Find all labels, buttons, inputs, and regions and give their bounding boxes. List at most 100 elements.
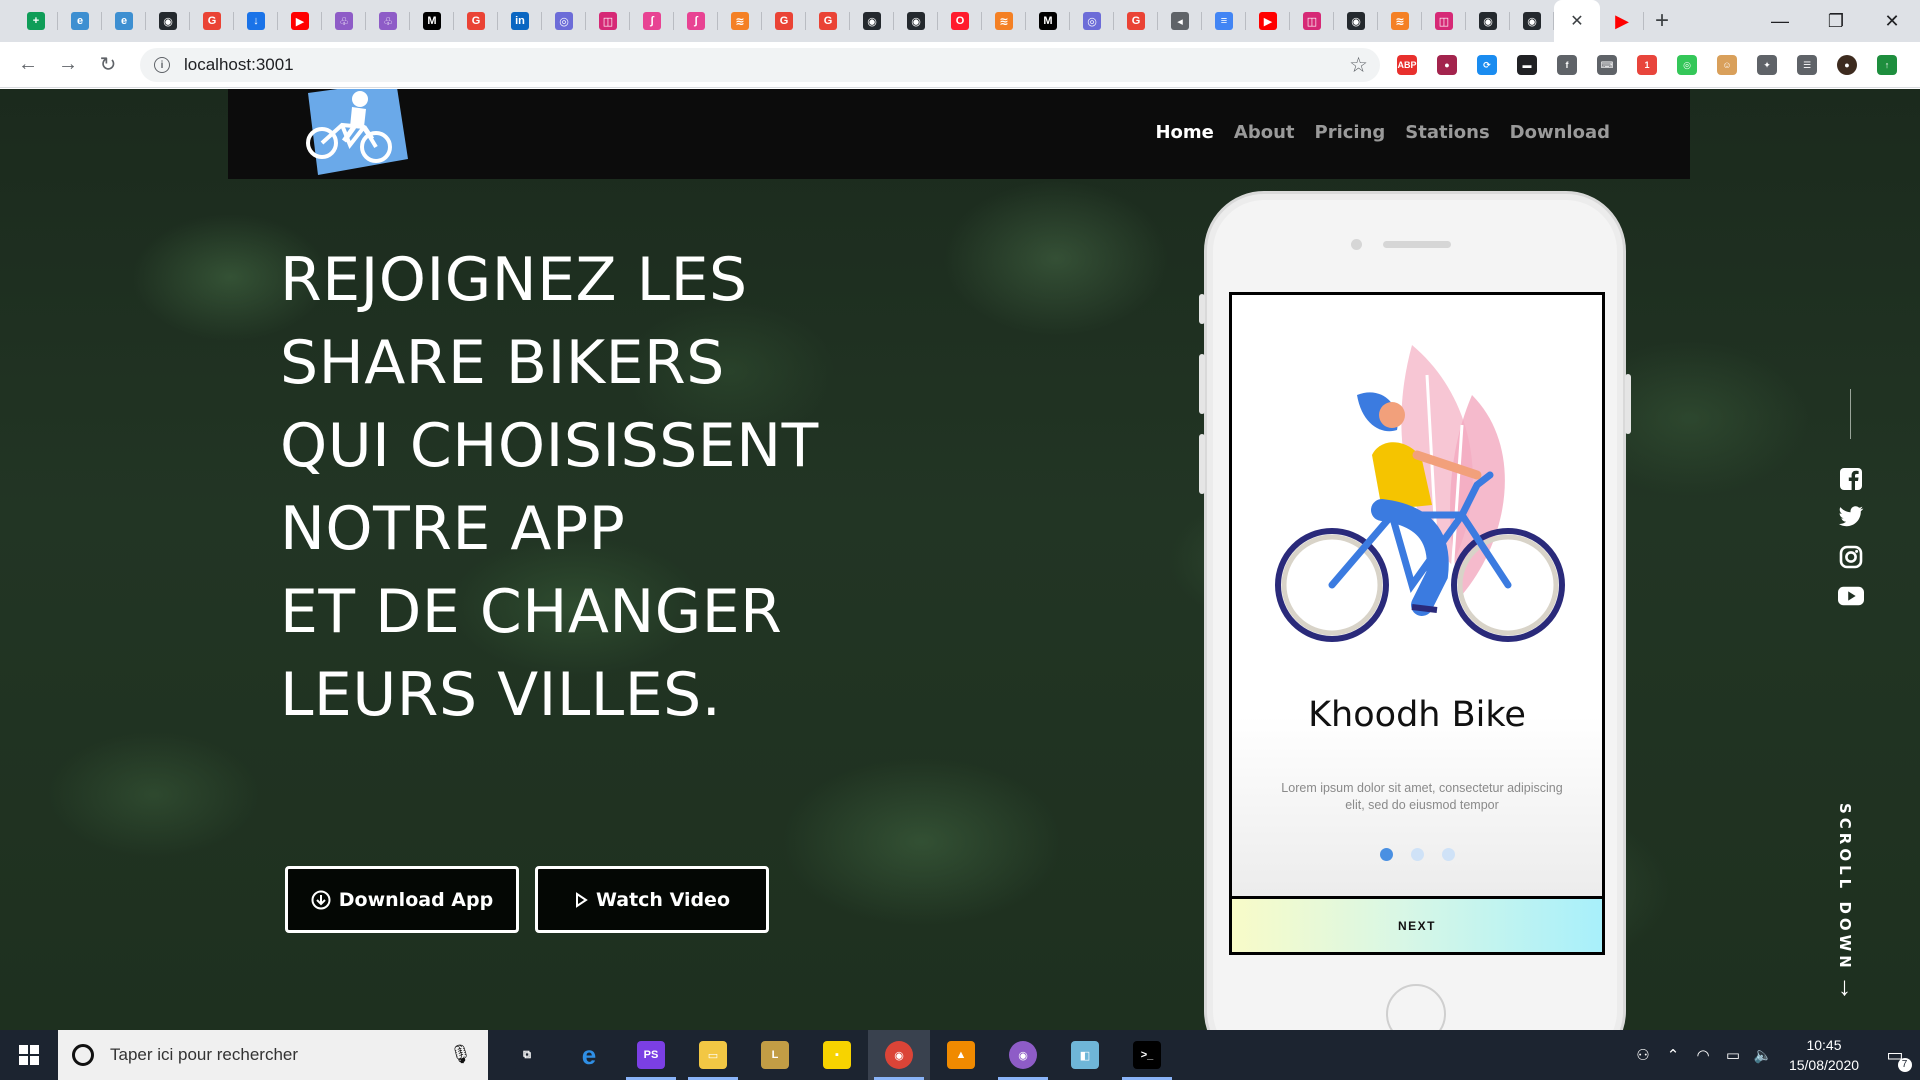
browser-tab[interactable]: ≋ [982,0,1026,42]
carousel-dot[interactable] [1380,848,1393,861]
browser-tab[interactable]: ◫ [586,0,630,42]
carousel-dot[interactable] [1411,848,1424,861]
next-button[interactable]: NEXT [1229,899,1605,955]
browser-tab[interactable]: ≋ [1378,0,1422,42]
keyboard-icon[interactable]: ⌨ [1592,50,1622,80]
terminal-icon[interactable]: ▬ [1512,50,1542,80]
windows-start-icon[interactable] [0,1030,58,1080]
new-tab-button[interactable]: + [1644,0,1680,42]
taskbar-search-input[interactable]: Taper ici pour rechercher 🎙 [58,1030,488,1080]
back-button[interactable]: ← [8,45,48,85]
chrome-icon[interactable]: ◉ [868,1030,930,1080]
active-tab[interactable]: ✕ [1554,0,1600,42]
volume-icon[interactable]: 🔈 [1748,1046,1778,1064]
carousel-dot[interactable] [1442,848,1455,861]
browser-tab[interactable]: ♧ [366,0,410,42]
browser-tab[interactable]: ◉ [894,0,938,42]
browser-tab[interactable]: ◫ [1422,0,1466,42]
browser-tab[interactable]: + [14,0,58,42]
league-icon[interactable]: L [744,1030,806,1080]
cmd-icon[interactable]: >_ [1116,1030,1178,1080]
browser-tab[interactable]: ≡ [1202,0,1246,42]
browser-tab[interactable]: in [498,0,542,42]
browser-tab[interactable]: ≋ [718,0,762,42]
browser-tab[interactable]: e [58,0,102,42]
record-icon[interactable]: ● [1432,50,1462,80]
download-app-button[interactable]: Download App [285,866,519,933]
browser-tab[interactable]: ▶ [1600,0,1644,42]
shapes-icon[interactable]: 1 [1632,50,1662,80]
browser-tab[interactable]: ∫ [674,0,718,42]
nav-link-stations[interactable]: Stations [1405,122,1489,143]
queue-icon[interactable]: ☰ [1792,50,1822,80]
youtube-icon[interactable] [1838,583,1864,609]
browser-tab[interactable]: M [410,0,454,42]
nav-link-home[interactable]: Home [1155,122,1213,143]
sticky-notes-icon[interactable]: ▪ [806,1030,868,1080]
browser-tab[interactable]: ◉ [850,0,894,42]
instagram-icon[interactable] [1838,544,1864,570]
notification-icon[interactable]: ▭ 7 [1870,1045,1920,1072]
notepad-icon[interactable]: ◧ [1054,1030,1116,1080]
browser-tab[interactable]: G [454,0,498,42]
bookmark-star-icon[interactable]: ☆ [1349,53,1368,78]
close-tab-icon[interactable]: ✕ [1570,11,1583,31]
browser-tab[interactable]: ↓ [234,0,278,42]
restore-button[interactable]: ❐ [1808,0,1864,42]
twitter-icon[interactable] [1838,504,1864,530]
nav-link-download[interactable]: Download [1510,122,1610,143]
bike-logo-icon[interactable] [294,89,408,179]
chevron-up-icon[interactable]: ⌃ [1658,1046,1688,1064]
github-desktop-icon[interactable]: ◉ [992,1030,1054,1080]
forward-button[interactable]: → [48,45,88,85]
browser-tab[interactable]: ◉ [1466,0,1510,42]
puzzle-icon[interactable]: ✦ [1752,50,1782,80]
browser-tab[interactable]: ◉ [1334,0,1378,42]
browser-tab[interactable]: ▶ [278,0,322,42]
browser-tab[interactable]: G [190,0,234,42]
url-input[interactable]: i localhost:3001 ☆ [140,48,1380,82]
wifi-icon[interactable]: ◠ [1688,1046,1718,1064]
browser-tab[interactable]: ◉ [1510,0,1554,42]
browser-tab[interactable]: ◉ [146,0,190,42]
browser-tab[interactable]: G [1114,0,1158,42]
facebook-icon[interactable] [1838,466,1864,492]
arrow-down-icon[interactable]: ↓ [1838,971,1851,1002]
task-view-icon[interactable]: ⧉ [496,1030,558,1080]
adblock-icon[interactable]: ABP [1392,50,1422,80]
people-icon[interactable]: ⚇ [1628,1046,1658,1064]
browser-tab[interactable]: M [1026,0,1070,42]
face-icon[interactable]: ☺ [1712,50,1742,80]
clock[interactable]: 10:45 15/08/2020 [1778,1035,1870,1075]
phpstorm-icon[interactable]: PS [620,1030,682,1080]
close-window-button[interactable]: ✕ [1864,0,1920,42]
battery-icon[interactable]: ▭ [1718,1046,1748,1064]
browser-tab[interactable]: ◂ [1158,0,1202,42]
edge-legacy-icon[interactable]: e [558,1030,620,1080]
update-icon[interactable]: ↑ [1872,50,1902,80]
minimize-button[interactable]: — [1752,0,1808,42]
browser-tab[interactable]: G [806,0,850,42]
browser-tab[interactable]: ♧ [322,0,366,42]
target-icon[interactable]: ◎ [1672,50,1702,80]
browser-tab[interactable]: ∫ [630,0,674,42]
microphone-icon[interactable]: 🎙 [449,1044,472,1065]
profile-avatar-icon[interactable]: ● [1832,50,1862,80]
browser-tab[interactable]: ◎ [1070,0,1114,42]
file-explorer-icon[interactable]: ▭ [682,1030,744,1080]
sync-icon[interactable]: ⟳ [1472,50,1502,80]
nav-link-about[interactable]: About [1234,122,1295,143]
browser-tab[interactable]: G [762,0,806,42]
reload-button[interactable]: ↻ [88,45,128,85]
browser-tab[interactable]: O [938,0,982,42]
site-info-icon[interactable]: i [154,57,170,73]
facebook-ext-icon[interactable]: f [1552,50,1582,80]
scroll-down-label[interactable]: SCROLL DOWN [1836,803,1854,972]
browser-tab[interactable]: e [102,0,146,42]
watch-video-button[interactable]: Watch Video [535,866,769,933]
browser-tab[interactable]: ◎ [542,0,586,42]
browser-tab[interactable]: ▶ [1246,0,1290,42]
vlc-icon[interactable]: ▲ [930,1030,992,1080]
nav-link-pricing[interactable]: Pricing [1315,122,1386,143]
browser-tab[interactable]: ◫ [1290,0,1334,42]
